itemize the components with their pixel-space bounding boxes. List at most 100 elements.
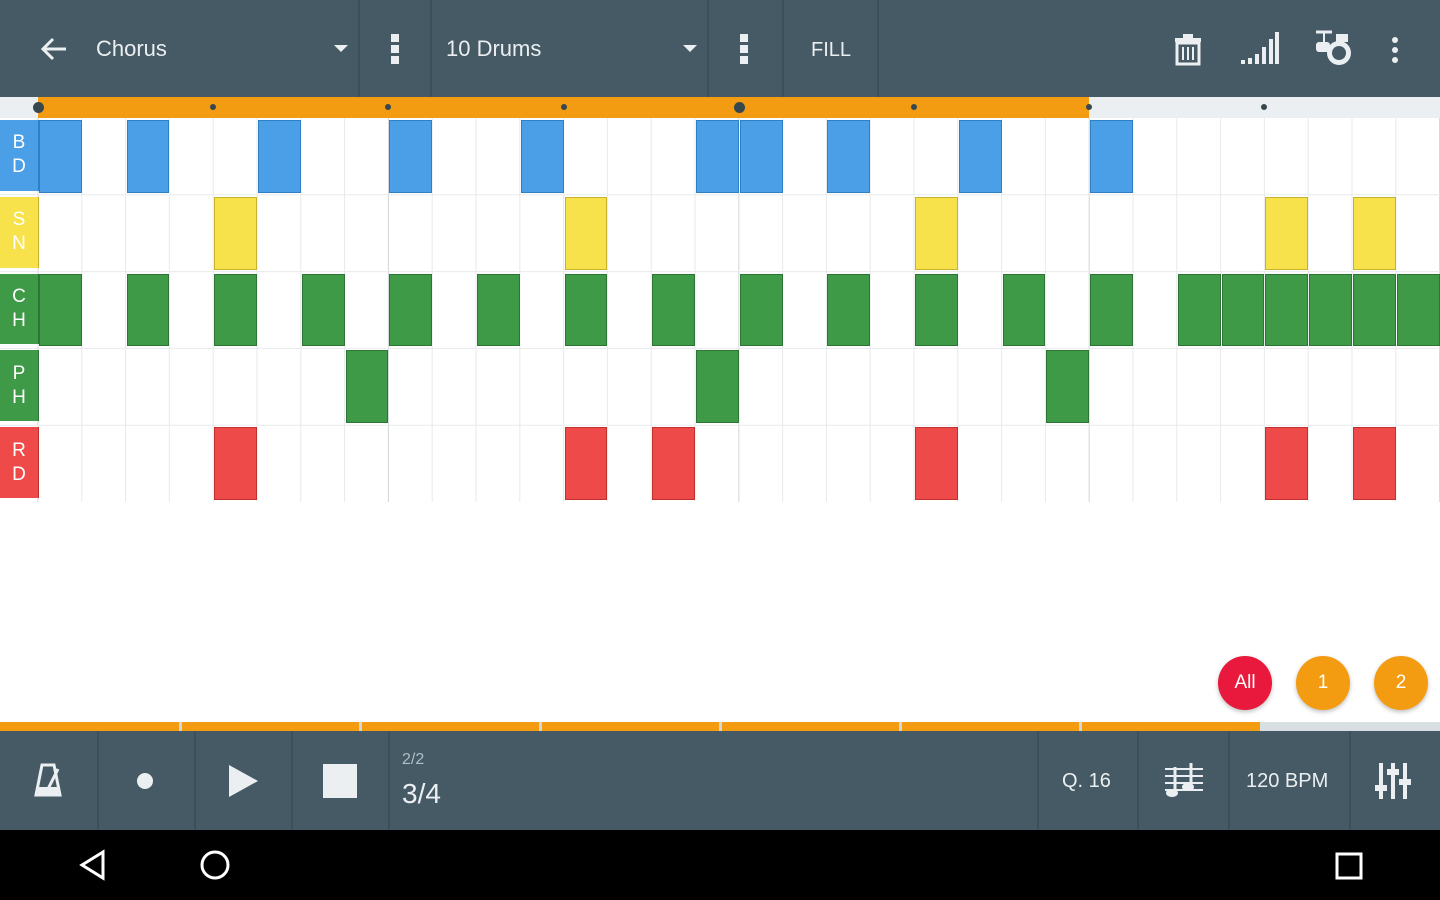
- track-label-ph[interactable]: PH: [0, 350, 39, 422]
- step-cell-ch[interactable]: [39, 273, 82, 347]
- track-label-rd[interactable]: RD: [0, 427, 39, 498]
- divider: [1228, 731, 1230, 830]
- timeline-beat-marker: [1086, 104, 1093, 110]
- step-cell-bd[interactable]: [739, 120, 783, 193]
- step-cell-ch[interactable]: [1090, 273, 1133, 347]
- divider: [179, 722, 182, 731]
- trash-icon[interactable]: [1172, 32, 1204, 66]
- record-icon[interactable]: [136, 772, 154, 790]
- step-cell-bd[interactable]: [520, 120, 564, 193]
- step-cell-ch[interactable]: [477, 273, 520, 347]
- step-cell-ch[interactable]: [1221, 273, 1265, 347]
- pattern-timeline[interactable]: [0, 97, 1440, 118]
- velocity-icon[interactable]: [1240, 30, 1280, 66]
- back-arrow-icon[interactable]: [38, 34, 70, 64]
- metronome-icon[interactable]: [34, 761, 62, 799]
- timeline-beat-marker: [560, 104, 567, 110]
- divider: [359, 722, 362, 731]
- divider: [358, 0, 360, 97]
- kit-name-dropdown[interactable]: 10 Drums: [446, 36, 541, 62]
- step-cell-bd[interactable]: [1090, 120, 1133, 193]
- step-cell-ch[interactable]: [827, 273, 871, 347]
- step-cell-bd[interactable]: [258, 120, 301, 193]
- tempo-setting[interactable]: 120 BPM: [1246, 770, 1328, 793]
- step-cell-ch[interactable]: [564, 273, 608, 347]
- step-cell-ch[interactable]: [1396, 273, 1440, 347]
- step-cell-ch[interactable]: [1353, 273, 1396, 347]
- step-cell-sn[interactable]: [214, 196, 257, 270]
- stop-icon[interactable]: [323, 764, 357, 798]
- step-cell-rd[interactable]: [214, 427, 257, 500]
- divider: [719, 722, 722, 731]
- step-cell-bd[interactable]: [827, 120, 871, 193]
- divider: [388, 731, 390, 830]
- step-cell-sn[interactable]: [1353, 196, 1396, 270]
- step-cell-bd[interactable]: [126, 120, 170, 193]
- step-cell-bd[interactable]: [39, 120, 82, 193]
- step-cell-bd[interactable]: [958, 120, 1002, 193]
- step-cell-ch[interactable]: [126, 273, 170, 347]
- divider: [1037, 731, 1039, 830]
- nav-back-icon[interactable]: [78, 849, 106, 881]
- step-cell-sn[interactable]: [564, 196, 608, 270]
- step-cell-ch[interactable]: [652, 273, 695, 347]
- timeline-beat-marker: [733, 102, 745, 113]
- step-cell-ch[interactable]: [915, 273, 958, 347]
- step-sequencer-grid[interactable]: BDSNCHPHRD: [0, 118, 1440, 502]
- more-vert-icon[interactable]: [388, 32, 402, 66]
- track-label-ch[interactable]: CH: [0, 273, 39, 345]
- pattern-1-button[interactable]: 1: [1296, 656, 1350, 710]
- step-cell-rd[interactable]: [652, 427, 695, 500]
- bar-position: 2/2: [402, 751, 425, 768]
- swing-icon[interactable]: [1163, 761, 1205, 801]
- step-cell-bd[interactable]: [696, 120, 739, 193]
- nav-home-icon[interactable]: [199, 849, 231, 881]
- step-cell-ph[interactable]: [345, 350, 389, 424]
- step-cell-ch[interactable]: [301, 273, 345, 347]
- step-cell-sn[interactable]: [1265, 196, 1309, 270]
- drum-kit-icon[interactable]: [1312, 28, 1354, 68]
- step-cell-rd[interactable]: [915, 427, 958, 500]
- divider: [877, 0, 879, 97]
- more-vert-icon[interactable]: [737, 32, 751, 66]
- step-cell-ch[interactable]: [1309, 273, 1352, 347]
- step-cell-ch[interactable]: [739, 273, 783, 347]
- pattern-all-button[interactable]: All: [1218, 656, 1272, 710]
- step-cell-ch[interactable]: [389, 273, 433, 347]
- divider: [194, 731, 196, 830]
- track-label-bd[interactable]: BD: [0, 120, 39, 191]
- step-cell-ph[interactable]: [1046, 350, 1090, 424]
- track-label-letter: P: [12, 362, 26, 384]
- step-cell-sn[interactable]: [915, 196, 958, 270]
- track-label-letter: R: [12, 439, 26, 461]
- divider: [1349, 731, 1351, 830]
- step-cell-ph[interactable]: [696, 350, 739, 424]
- step-cell-ch[interactable]: [1002, 273, 1046, 347]
- divider: [707, 0, 709, 97]
- step-cell-ch[interactable]: [1177, 273, 1221, 347]
- chevron-down-icon[interactable]: [682, 44, 698, 54]
- nav-recents-icon[interactable]: [1335, 852, 1363, 880]
- step-cell-ch[interactable]: [214, 273, 257, 347]
- chevron-down-icon[interactable]: [333, 44, 349, 54]
- fill-button[interactable]: FILL: [811, 39, 851, 62]
- step-cell-rd[interactable]: [564, 427, 608, 500]
- track-label-letter: B: [12, 132, 26, 154]
- step-cell-ch[interactable]: [1265, 273, 1309, 347]
- timeline-beat-marker: [33, 102, 44, 113]
- play-icon[interactable]: [226, 763, 260, 799]
- time-signature[interactable]: 3/4: [402, 778, 441, 810]
- mixer-icon[interactable]: [1374, 761, 1412, 801]
- divider: [97, 731, 99, 830]
- track-label-sn[interactable]: SN: [0, 196, 39, 268]
- more-vert-icon[interactable]: [1390, 36, 1400, 64]
- step-cell-rd[interactable]: [1265, 427, 1309, 500]
- timeline-beat-marker: [911, 104, 917, 110]
- step-cell-rd[interactable]: [1353, 427, 1396, 500]
- top-toolbar: Chorus 10 Drums FILL: [0, 0, 1440, 97]
- pattern-name-dropdown[interactable]: Chorus: [96, 36, 167, 62]
- pattern-2-button[interactable]: 2: [1374, 656, 1428, 710]
- step-cell-bd[interactable]: [389, 120, 433, 193]
- quantize-setting[interactable]: Q. 16: [1062, 770, 1111, 793]
- song-progress-fill: [0, 722, 1260, 731]
